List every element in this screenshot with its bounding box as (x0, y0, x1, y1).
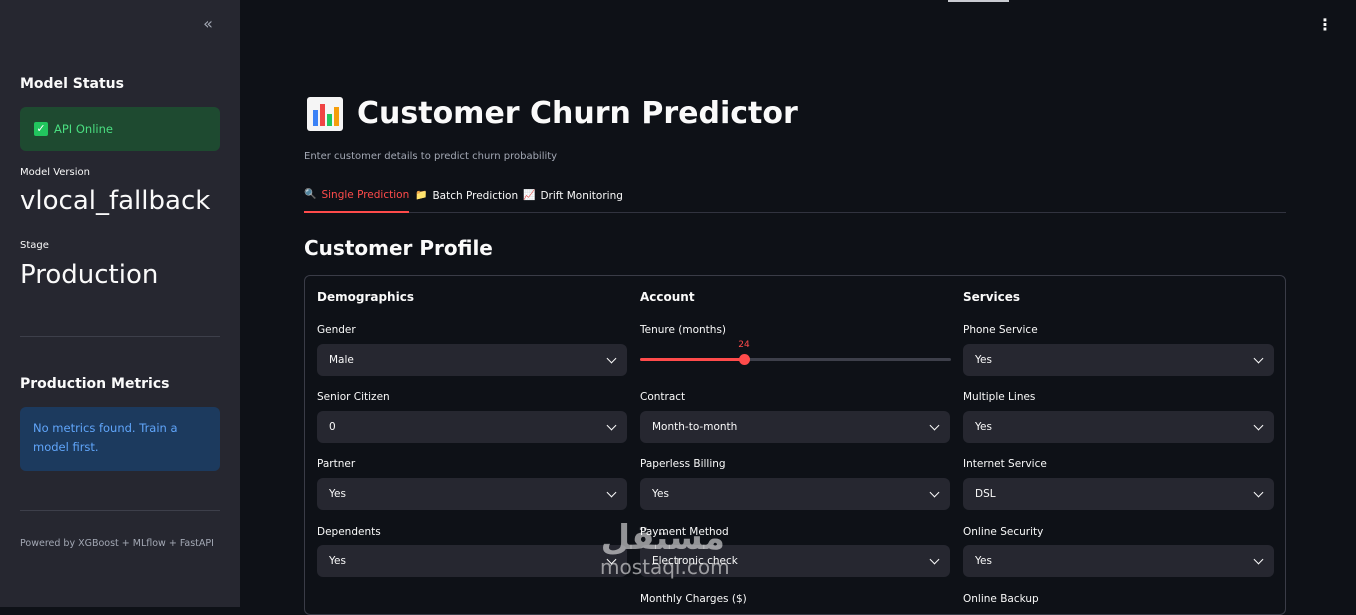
tab-label: Single Prediction (321, 188, 410, 201)
tab-label: Drift Monitoring (540, 189, 623, 202)
tab-drift-monitoring[interactable]: 📈 Drift Monitoring (523, 186, 623, 213)
watermark-arabic: مستقل (600, 518, 725, 558)
slider-fill (640, 358, 744, 361)
model-version-label: Model Version (20, 167, 90, 178)
magnifier-icon: 🔍 (304, 189, 317, 200)
senior-citizen-label: Senior Citizen (317, 391, 390, 403)
internet-service-label: Internet Service (963, 458, 1047, 470)
tab-single-prediction[interactable]: 🔍 Single Prediction (304, 186, 410, 213)
top-progress-indicator (948, 0, 1009, 2)
multiple-lines-select[interactable]: Yes (963, 411, 1274, 443)
chevron-down-icon (929, 420, 940, 430)
select-value: Yes (975, 354, 992, 366)
monthly-charges-label: Monthly Charges ($) (640, 593, 747, 605)
select-value: DSL (975, 488, 996, 500)
kebab-menu-icon[interactable]: ⋮ (1316, 14, 1334, 36)
sidebar-divider (20, 510, 220, 511)
contract-label: Contract (640, 391, 686, 403)
production-metrics-heading: Production Metrics (20, 376, 170, 392)
tab-bar: 🔍 Single Prediction 📁 Batch Prediction 📈… (304, 186, 1286, 213)
api-status-text: API Online (54, 122, 113, 136)
select-value: Yes (652, 488, 669, 500)
double-chevron-left-icon[interactable]: « (198, 14, 218, 34)
page-subtitle: Enter customer details to predict churn … (304, 151, 558, 162)
phone-service-select[interactable]: Yes (963, 344, 1274, 376)
page-title-text: Customer Churn Predictor (357, 96, 798, 131)
services-heading: Services (963, 290, 1021, 304)
senior-citizen-select[interactable]: 0 (317, 411, 627, 443)
checkmark-icon: ✓ (34, 122, 48, 136)
watermark-latin: mostaql.com (600, 555, 730, 579)
sidebar-divider (20, 336, 220, 337)
slider-handle[interactable] (739, 354, 750, 365)
gender-select[interactable]: Male (317, 344, 627, 376)
online-backup-label: Online Backup (963, 593, 1039, 605)
internet-service-select[interactable]: DSL (963, 478, 1274, 510)
chevron-down-icon (1253, 487, 1264, 497)
sidebar-footer: Powered by XGBoost + MLflow + FastAPI (20, 538, 214, 549)
contract-select[interactable]: Month-to-month (640, 411, 950, 443)
model-status-heading: Model Status (20, 76, 124, 92)
metrics-info-box: No metrics found. Train a model first. (20, 407, 220, 471)
select-value: Yes (329, 555, 346, 567)
chevron-down-icon (1253, 420, 1264, 430)
sidebar: « Model Status ✓ API Online Model Versio… (0, 0, 240, 607)
select-value: Yes (975, 421, 992, 433)
select-value: 0 (329, 421, 336, 433)
partner-label: Partner (317, 458, 356, 470)
bar-chart-icon (307, 96, 343, 131)
paperless-billing-label: Paperless Billing (640, 458, 726, 470)
dependents-label: Dependents (317, 526, 381, 538)
gender-label: Gender (317, 324, 356, 336)
dependents-select[interactable]: Yes (317, 545, 627, 577)
select-value: Yes (329, 488, 346, 500)
chevron-down-icon (606, 487, 617, 497)
tenure-value: 24 (738, 340, 750, 350)
online-security-select[interactable]: Yes (963, 545, 1274, 577)
paperless-billing-select[interactable]: Yes (640, 478, 950, 510)
online-security-label: Online Security (963, 526, 1044, 538)
select-value: Male (329, 354, 354, 366)
phone-service-label: Phone Service (963, 324, 1038, 336)
select-value: Yes (975, 555, 992, 567)
account-heading: Account (640, 290, 695, 304)
chevron-down-icon (606, 420, 617, 430)
chevron-down-icon (1253, 554, 1264, 564)
tenure-slider[interactable] (640, 354, 951, 365)
chart-up-icon: 📈 (523, 190, 536, 201)
tab-label: Batch Prediction (432, 189, 519, 202)
chevron-down-icon (606, 353, 617, 363)
partner-select[interactable]: Yes (317, 478, 627, 510)
tenure-label: Tenure (months) (640, 324, 727, 336)
page-title: Customer Churn Predictor (307, 96, 798, 131)
demographics-heading: Demographics (317, 290, 414, 304)
stage-value: Production (20, 260, 159, 290)
stage-label: Stage (20, 240, 49, 251)
chevron-down-icon (929, 487, 940, 497)
model-version-value: vlocal_fallback (20, 186, 211, 216)
chevron-down-icon (929, 554, 940, 564)
watermark: مستقل mostaql.com (596, 520, 730, 578)
multiple-lines-label: Multiple Lines (963, 391, 1036, 403)
chevron-down-icon (1253, 353, 1264, 363)
api-status-badge: ✓ API Online (20, 107, 220, 151)
select-value: Month-to-month (652, 421, 738, 433)
tab-batch-prediction[interactable]: 📁 Batch Prediction (415, 186, 518, 213)
folder-icon: 📁 (415, 190, 428, 201)
customer-profile-heading: Customer Profile (304, 236, 493, 260)
